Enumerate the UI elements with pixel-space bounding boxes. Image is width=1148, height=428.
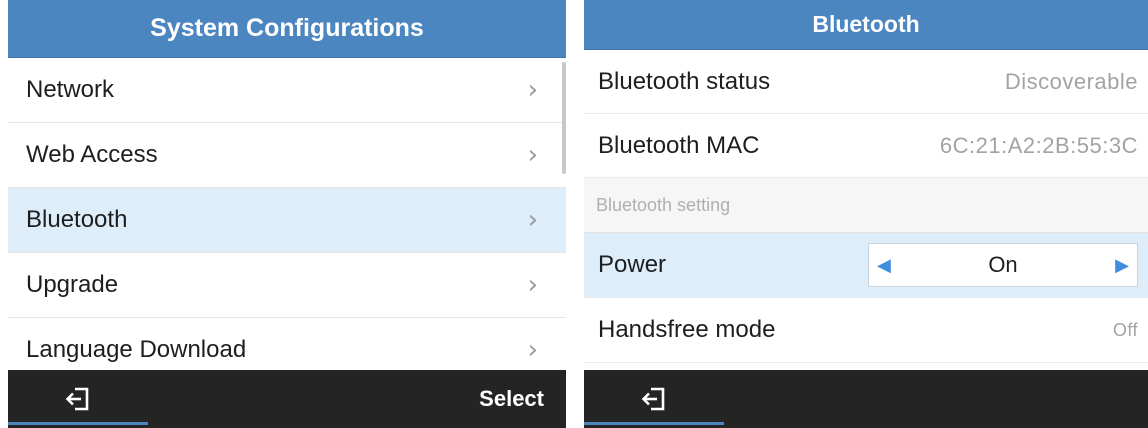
- menu-item-web-access[interactable]: Web Access ›: [8, 123, 566, 188]
- menu-item-label: Upgrade: [26, 271, 119, 298]
- menu-item-label: Bluetooth: [26, 206, 128, 233]
- bluetooth-mac-value: 6C:21:A2:2B:55:3C: [939, 132, 1138, 158]
- power-setting-row[interactable]: Power ◀ On ▶: [584, 233, 1148, 298]
- chevron-right-icon: ›: [527, 140, 538, 170]
- exit-softkey[interactable]: [584, 370, 724, 428]
- softkey-bar: Select: [8, 370, 566, 428]
- bluetooth-mac-label: Bluetooth MAC: [598, 131, 760, 159]
- bluetooth-status-row: Bluetooth status Discoverable: [584, 50, 1148, 114]
- select-softkey[interactable]: Select: [479, 370, 544, 428]
- exit-icon: [641, 387, 665, 411]
- section-header-bluetooth-setting: Bluetooth setting: [584, 178, 1148, 233]
- system-configurations-screen: System Configurations Network › Web Acce…: [8, 0, 566, 428]
- menu-item-label: Web Access: [26, 141, 158, 168]
- chevron-right-icon: ›: [527, 75, 538, 105]
- page-title: Bluetooth: [584, 0, 1148, 50]
- menu-item-label: Language Download: [26, 336, 247, 363]
- softkey-bar: [584, 370, 1148, 428]
- exit-icon: [65, 387, 89, 411]
- menu-item-bluetooth[interactable]: Bluetooth ›: [8, 188, 566, 253]
- page-title: System Configurations: [8, 0, 566, 58]
- scrollbar[interactable]: [562, 62, 566, 174]
- softkey-focus-underline: [8, 422, 148, 425]
- arrow-left-icon[interactable]: ◀: [877, 255, 891, 276]
- bluetooth-status-value: Discoverable: [1004, 68, 1138, 94]
- exit-softkey[interactable]: [8, 370, 148, 428]
- bluetooth-status-label: Bluetooth status: [598, 67, 771, 95]
- power-label: Power: [598, 251, 667, 278]
- bluetooth-screen: Bluetooth Bluetooth status Discoverable …: [584, 0, 1148, 428]
- menu-item-network[interactable]: Network ›: [8, 58, 566, 123]
- menu-list: Network › Web Access › Bluetooth › Upgra…: [8, 58, 566, 383]
- chevron-right-icon: ›: [527, 335, 538, 365]
- menu-item-label: Network: [26, 76, 115, 103]
- softkey-focus-underline: [584, 422, 724, 425]
- power-value: On: [988, 252, 1018, 277]
- handsfree-mode-value: Off: [1112, 319, 1138, 340]
- power-selector[interactable]: ◀ On ▶: [868, 243, 1138, 287]
- bluetooth-mac-row: Bluetooth MAC 6C:21:A2:2B:55:3C: [584, 114, 1148, 178]
- chevron-right-icon: ›: [527, 205, 538, 235]
- handsfree-mode-label: Handsfree mode: [598, 316, 776, 343]
- menu-item-upgrade[interactable]: Upgrade ›: [8, 253, 566, 318]
- arrow-right-icon[interactable]: ▶: [1115, 255, 1129, 276]
- chevron-right-icon: ›: [527, 270, 538, 300]
- handsfree-mode-row[interactable]: Handsfree mode Off: [584, 298, 1148, 363]
